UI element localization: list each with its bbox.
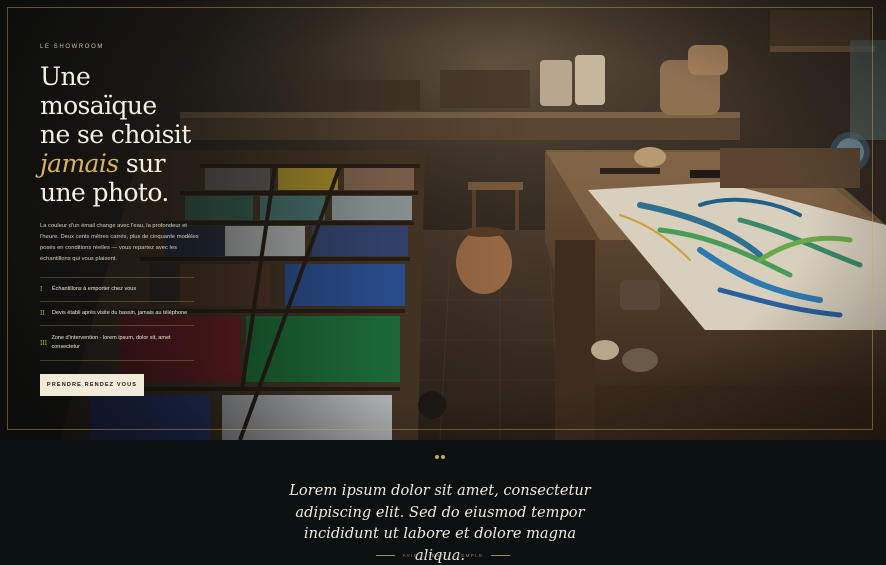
feature-number: II — [40, 310, 45, 317]
divider-right — [491, 555, 510, 556]
headline-line-3: ne se choisit — [40, 120, 191, 149]
book-appointment-button[interactable]: Prendre rendez vous — [40, 374, 144, 396]
hero-section: Le showroom Une mosaïque ne se choisit j… — [0, 0, 886, 440]
attribution-label: Avis client · exemple — [402, 553, 484, 558]
headline-line-1: Une — [40, 62, 91, 91]
eyebrow-label: Le showroom — [40, 44, 104, 50]
headline-accent-word: jamais — [40, 149, 119, 178]
headline-line-2: mosaïque — [40, 91, 157, 120]
hero-content: Le showroom Une mosaïque ne se choisit j… — [40, 44, 210, 396]
feature-item: II Devis établi après visite du bassin, … — [40, 302, 194, 326]
feature-number: III — [40, 339, 48, 347]
headline-line-5: une photo. — [40, 178, 169, 207]
testimonial-section: Lorem ipsum dolor sit amet, consectetur … — [0, 440, 886, 565]
feature-text: Échantillons à emporter chez vous — [52, 285, 137, 292]
feature-item: I Échantillons à emporter chez vous — [40, 278, 194, 302]
intro-paragraph: La couleur d'un émail change avec l'eau,… — [40, 223, 199, 262]
feature-text: Zone d'intervention · lorem ipsum, dolor… — [51, 334, 171, 351]
quote-icon — [434, 455, 446, 461]
testimonial-attribution: Avis client · exemple — [376, 553, 510, 558]
feature-list: I Échantillons à emporter chez vous II D… — [40, 277, 194, 361]
divider-left — [376, 555, 395, 556]
feature-text: Devis établi après visite du bassin, jam… — [52, 309, 188, 316]
feature-item: III Zone d'intervention · lorem ipsum, d… — [40, 326, 194, 361]
headline-line-4-rest: sur — [118, 149, 166, 178]
headline-line-4: jamais sur — [40, 149, 210, 178]
feature-number: I — [40, 286, 43, 293]
page-title: Une mosaïque ne se choisit jamais sur un… — [40, 62, 210, 207]
